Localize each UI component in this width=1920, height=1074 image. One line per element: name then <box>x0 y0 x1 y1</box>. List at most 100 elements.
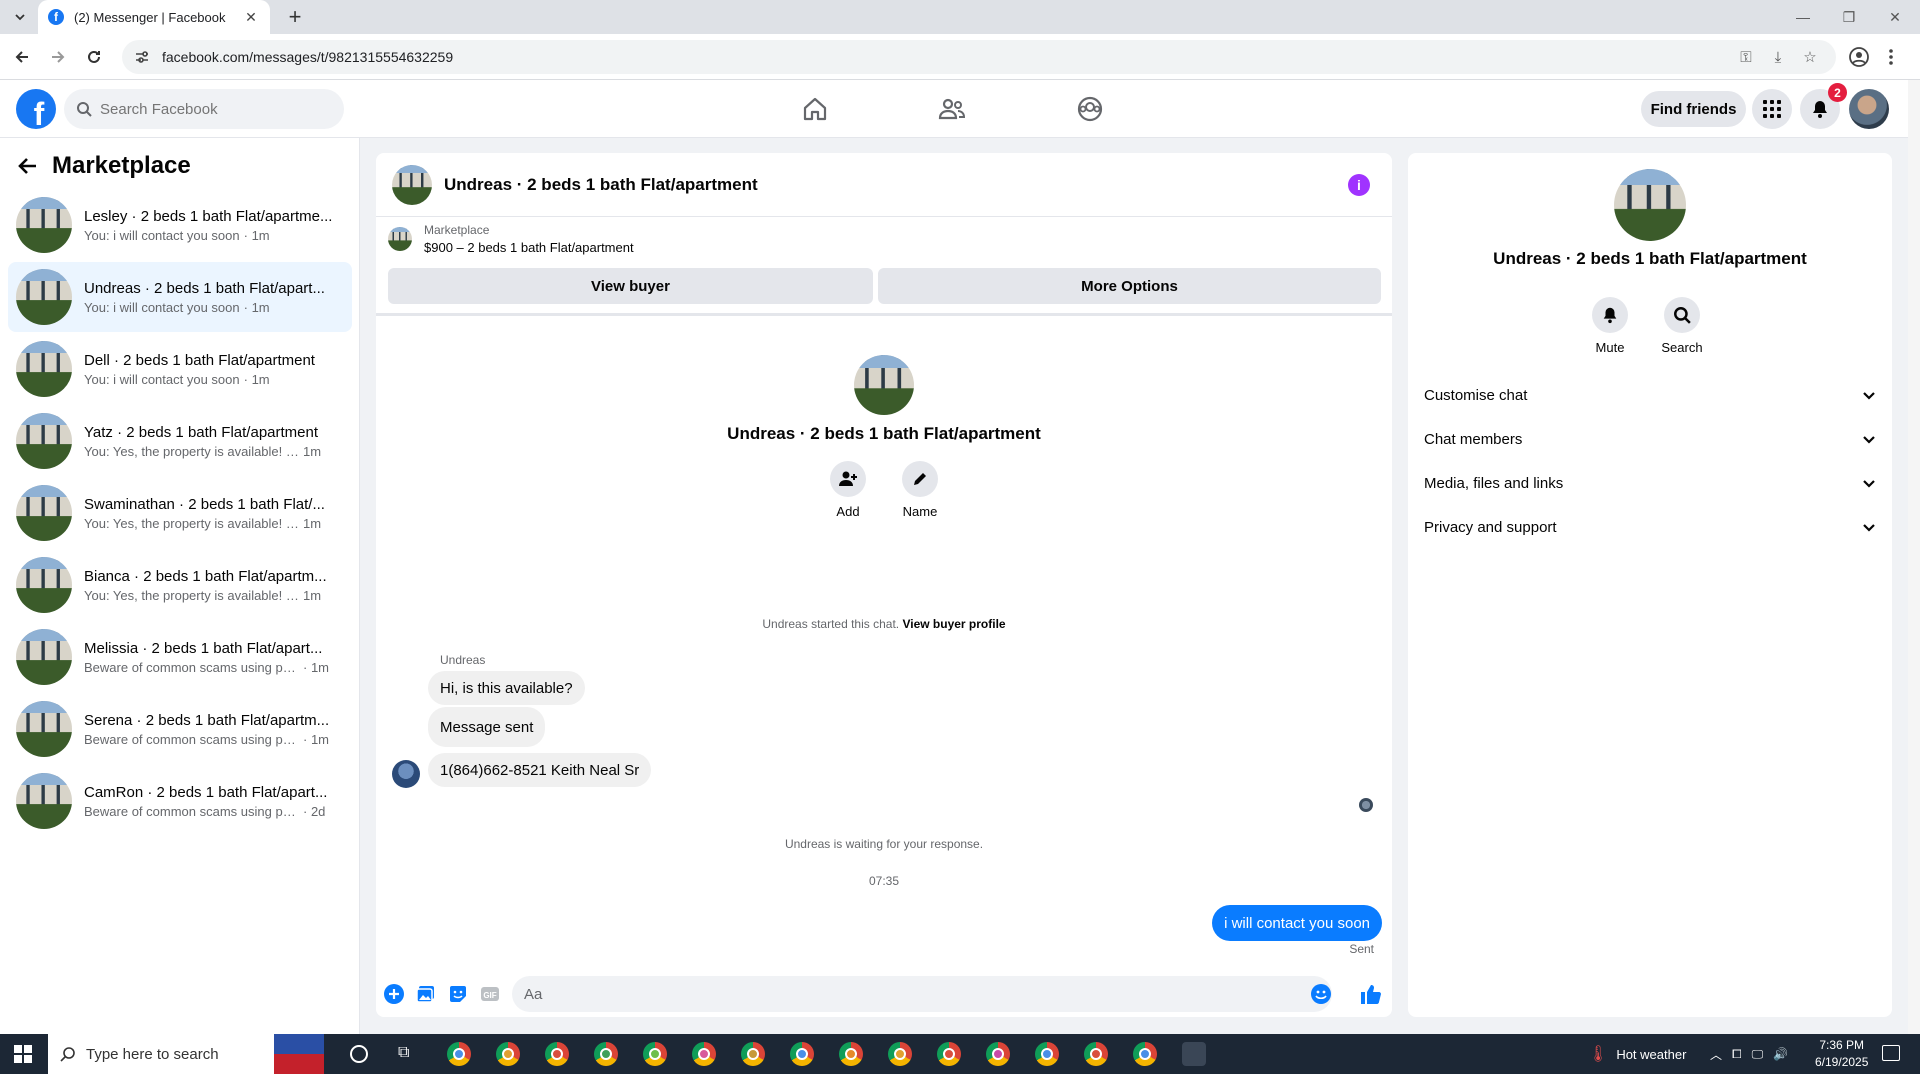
chrome-profile-taskbar-icon[interactable] <box>741 1042 765 1066</box>
facebook-search[interactable] <box>64 89 344 129</box>
message-bubble[interactable]: Message sent <box>428 707 546 747</box>
plus-circle-icon[interactable] <box>384 984 404 1004</box>
mute-action[interactable]: Mute <box>1580 297 1640 355</box>
info-section-row[interactable]: Customise chat <box>1424 375 1876 415</box>
meet-now-icon[interactable]: ⧠ <box>1732 1047 1742 1062</box>
chrome-profile-taskbar-icon[interactable] <box>1035 1042 1059 1066</box>
notification-center-icon[interactable] <box>1882 1045 1900 1061</box>
taskbar-news-image[interactable] <box>274 1034 324 1074</box>
chrome-profile-taskbar-icon[interactable] <box>888 1042 912 1066</box>
chrome-profile-taskbar-icon[interactable] <box>1084 1042 1108 1066</box>
facebook-search-input[interactable] <box>100 100 320 118</box>
new-tab-button[interactable]: + <box>282 4 308 30</box>
password-key-icon[interactable]: ⚿ <box>1736 47 1756 67</box>
chat-started-line: Undreas started this chat. View buyer pr… <box>376 617 1392 631</box>
conversation-item[interactable]: CamRon · 2 beds 1 bath Flat/apart... Bewa… <box>8 766 352 836</box>
weather-widget[interactable]: 🌡 Hot weather <box>1588 1034 1686 1074</box>
chrome-profile-taskbar-icon[interactable] <box>643 1042 667 1066</box>
conversation-item[interactable]: Yatz · 2 beds 1 bath Flat/apartment You: … <box>8 406 352 476</box>
info-section-row[interactable]: Chat members <box>1424 419 1876 459</box>
close-tab-icon[interactable]: ✕ <box>242 9 260 26</box>
name-action[interactable]: Name <box>890 461 950 519</box>
message-bubble[interactable]: 1(864)662-8521 Keith Neal Sr <box>428 753 652 787</box>
chat-header: Undreas · 2 beds 1 bath Flat/apartment i <box>376 153 1392 217</box>
bookmark-star-icon[interactable]: ☆ <box>1800 47 1820 67</box>
gif-icon[interactable]: GIF <box>480 984 500 1004</box>
search-action[interactable]: Search <box>1652 297 1712 355</box>
chrome-profile-taskbar-icon[interactable] <box>692 1042 716 1066</box>
tray-chevron-icon[interactable]: ︿ <box>1710 1046 1722 1063</box>
chrome-profile-taskbar-icon[interactable] <box>447 1042 471 1066</box>
message-bubble[interactable]: Hi, is this available? <box>428 671 585 705</box>
network-icon[interactable]: 🖵 <box>1752 1047 1764 1062</box>
my-message-bubble[interactable]: i will contact you soon <box>1212 905 1382 941</box>
conversation-item[interactable]: Melissia · 2 beds 1 bath Flat/apart... Be… <box>8 622 352 692</box>
menu-grid-button[interactable] <box>1752 89 1792 129</box>
view-buyer-button[interactable]: View buyer <box>388 268 873 304</box>
install-app-icon[interactable]: ⤓ <box>1768 47 1788 67</box>
restore-button[interactable]: ❐ <box>1826 0 1872 34</box>
clock[interactable]: 7:36 PM 6/19/2025 <box>1815 1037 1868 1071</box>
chevron-down-icon <box>1863 436 1875 444</box>
account-avatar[interactable] <box>1849 89 1889 129</box>
chat-title[interactable]: Undreas · 2 beds 1 bath Flat/apartment <box>444 175 758 195</box>
chat-avatar[interactable] <box>392 164 432 205</box>
conversation-item[interactable]: Bianca · 2 beds 1 bath Flat/apartm... You… <box>8 550 352 620</box>
friends-nav-icon[interactable] <box>934 91 970 127</box>
forward-button[interactable] <box>44 43 72 71</box>
emoji-icon[interactable] <box>1311 984 1331 1004</box>
close-window-button[interactable]: ✕ <box>1872 0 1918 34</box>
info-section-label: Customise chat <box>1424 386 1528 404</box>
chrome-profile-taskbar-icon[interactable] <box>790 1042 814 1066</box>
conversation-item[interactable]: Swaminathan · 2 beds 1 bath Flat/... You:… <box>8 478 352 548</box>
add-action[interactable]: Add <box>818 461 878 519</box>
minimize-button[interactable]: — <box>1780 0 1826 34</box>
omnibox[interactable]: facebook.com/messages/t/9821315554632259… <box>122 40 1836 74</box>
back-button[interactable] <box>8 43 36 71</box>
profile-icon[interactable] <box>1848 46 1870 68</box>
conversation-item[interactable]: Undreas · 2 beds 1 bath Flat/apart... You… <box>8 262 352 332</box>
sticker-icon[interactable] <box>448 984 468 1004</box>
chrome-profile-taskbar-icon[interactable] <box>545 1042 569 1066</box>
view-buyer-profile-link[interactable]: View buyer profile <box>902 617 1005 631</box>
info-section-label: Media, files and links <box>1424 474 1564 492</box>
chrome-profile-taskbar-icon[interactable] <box>839 1042 863 1066</box>
more-options-button[interactable]: More Options <box>878 268 1381 304</box>
site-settings-icon[interactable] <box>134 49 150 65</box>
facebook-logo-icon[interactable]: f <box>16 89 56 129</box>
groups-nav-icon[interactable] <box>1072 91 1108 127</box>
windows-start-icon[interactable] <box>14 1045 32 1063</box>
back-arrow-icon[interactable] <box>18 156 38 176</box>
chrome-profile-taskbar-icon[interactable] <box>986 1042 1010 1066</box>
chrome-profile-taskbar-icon[interactable] <box>937 1042 961 1066</box>
message-input[interactable]: Aa <box>512 976 1332 1012</box>
tab-list-button[interactable] <box>8 6 32 28</box>
cortana-icon[interactable] <box>350 1045 368 1063</box>
info-section-row[interactable]: Privacy and support <box>1424 507 1876 547</box>
conversation-item[interactable]: Dell · 2 beds 1 bath Flat/apartment You: … <box>8 334 352 404</box>
info-icon[interactable]: i <box>1348 174 1370 196</box>
listing-summary[interactable]: Marketplace $900 – 2 beds 1 bath Flat/ap… <box>388 223 634 255</box>
conversation-name: Yatz · 2 beds 1 bath Flat/apartment <box>84 423 319 441</box>
photo-icon[interactable] <box>416 984 436 1004</box>
conversation-item[interactable]: Lesley · 2 beds 1 bath Flat/apartme... Yo… <box>8 190 352 260</box>
browser-tab[interactable]: f (2) Messenger | Facebook ✕ <box>38 0 270 34</box>
task-view-icon[interactable]: ⧉ <box>398 1044 409 1062</box>
chrome-profile-taskbar-icon[interactable] <box>496 1042 520 1066</box>
sender-avatar[interactable] <box>392 760 420 788</box>
home-nav-icon[interactable] <box>797 91 833 127</box>
chevron-down-icon <box>1863 524 1875 532</box>
info-section-row[interactable]: Media, files and links <box>1424 463 1876 503</box>
reload-button[interactable] <box>80 43 108 71</box>
thumbs-up-icon[interactable] <box>1359 983 1381 1005</box>
taskbar-search[interactable]: Type here to search <box>48 1034 274 1074</box>
find-friends-button[interactable]: Find friends <box>1641 91 1746 127</box>
chrome-profile-taskbar-icon[interactable] <box>1133 1042 1157 1066</box>
page-scrollbar[interactable] <box>1908 80 1920 1034</box>
photos-app-icon[interactable] <box>1182 1042 1206 1066</box>
chrome-profile-taskbar-icon[interactable] <box>594 1042 618 1066</box>
browser-menu-icon[interactable] <box>1888 46 1898 68</box>
url-text[interactable]: facebook.com/messages/t/9821315554632259 <box>162 49 453 65</box>
volume-icon[interactable]: 🔊 <box>1773 1047 1788 1061</box>
conversation-item[interactable]: Serena · 2 beds 1 bath Flat/apartm... Bew… <box>8 694 352 764</box>
